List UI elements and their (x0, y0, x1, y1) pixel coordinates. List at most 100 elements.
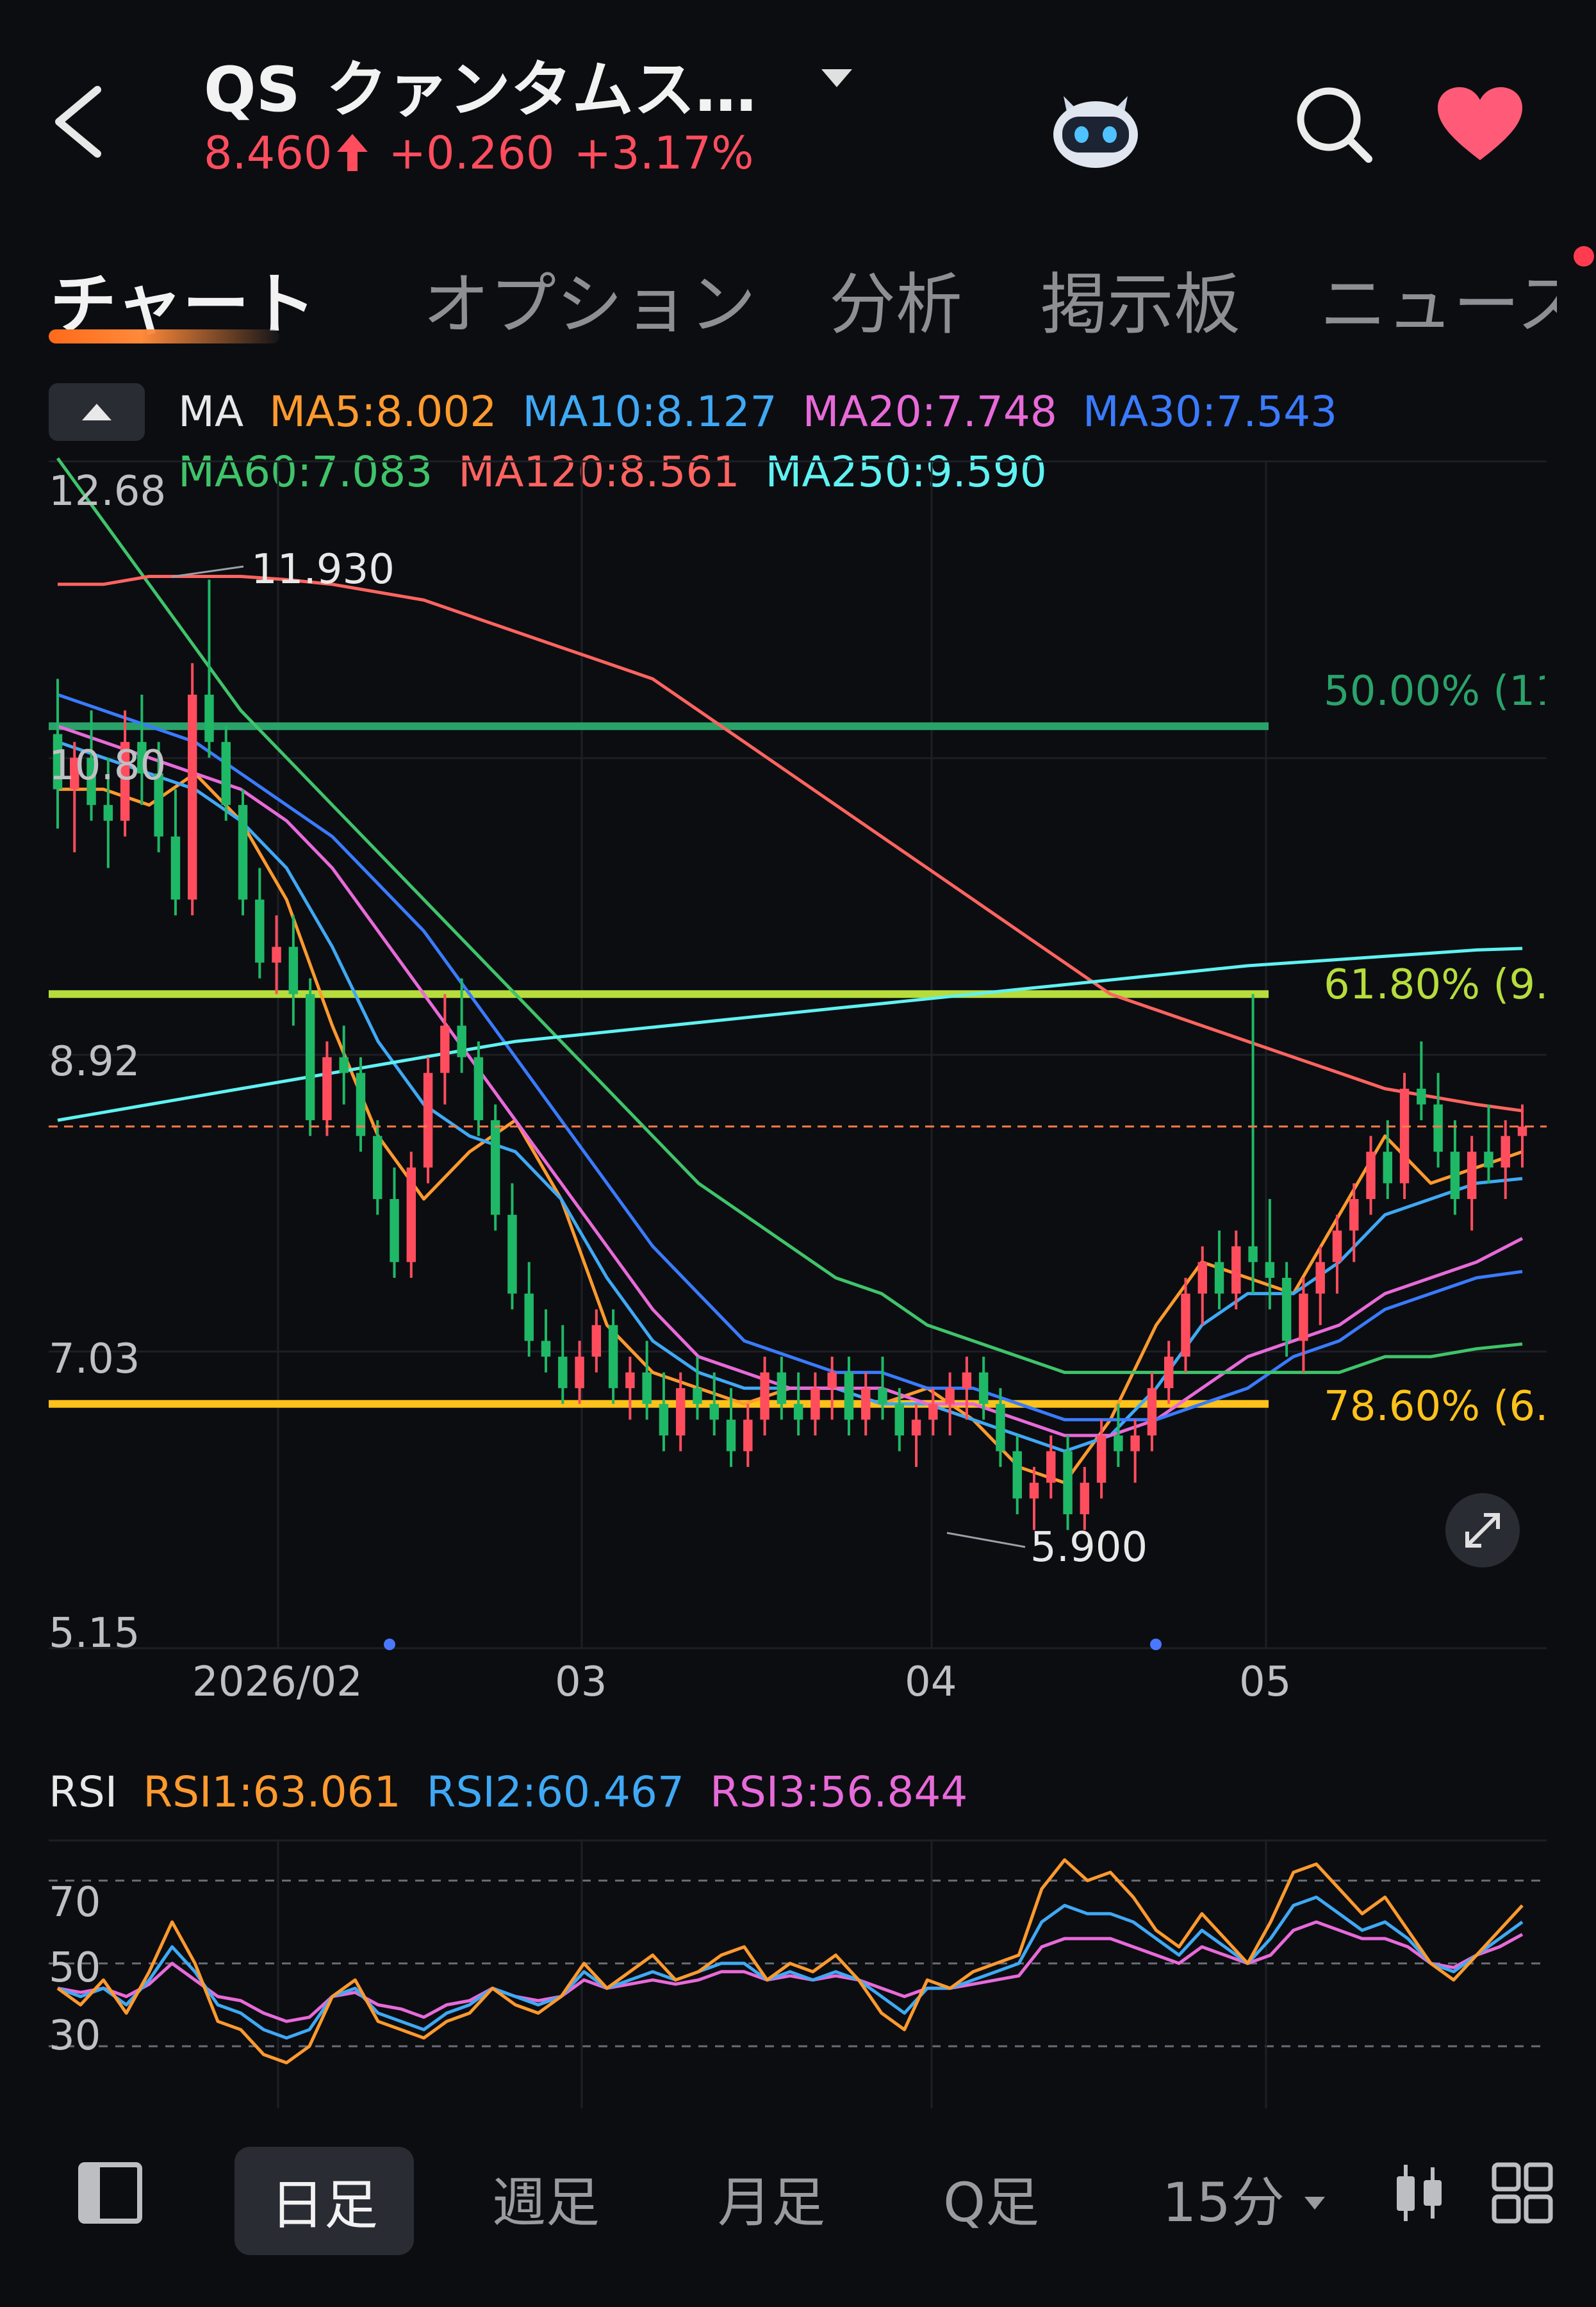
candle-body (390, 1199, 399, 1262)
rsi1-value: RSI1:63.061 (143, 1767, 401, 1817)
candle-body (1248, 1246, 1258, 1262)
candle-body (1349, 1199, 1359, 1231)
candle-body (861, 1388, 871, 1420)
price-axis-label: 8.92 (49, 1038, 140, 1086)
candle-body (103, 805, 113, 821)
candle-body (1029, 1482, 1039, 1499)
period-quarterly-button[interactable]: Q足 (943, 2160, 1039, 2237)
candle-body (844, 1372, 854, 1420)
panel-layout-icon (78, 2162, 142, 2224)
candle-body (524, 1293, 534, 1341)
candle-body (760, 1372, 769, 1420)
candle-body (558, 1356, 568, 1389)
candle-body (1265, 1262, 1275, 1278)
candle-body (996, 1403, 1005, 1451)
candle-body (945, 1388, 955, 1404)
event-marker (384, 1639, 395, 1650)
candle-body (1080, 1482, 1090, 1514)
candle-body (793, 1403, 803, 1420)
expand-chart-button[interactable] (1445, 1493, 1520, 1567)
candle-body (288, 947, 299, 995)
candle-body (541, 1341, 551, 1357)
candle-body (1197, 1262, 1207, 1294)
candle-body (1181, 1293, 1190, 1357)
caret-down-icon (1304, 2197, 1325, 2210)
candle-body (187, 695, 197, 900)
candle-body (1063, 1451, 1073, 1514)
candle-body (894, 1403, 905, 1435)
candle-body (962, 1372, 972, 1389)
period-minute-label: 15分 (1162, 2171, 1285, 2234)
candle-body (1315, 1262, 1325, 1294)
fib-786-label: 78.60% (6.7 (1324, 1383, 1545, 1430)
period-minute-select[interactable]: 15分 (1162, 2160, 1328, 2237)
candle-body (777, 1372, 787, 1404)
low-annotation: 5.900 (1030, 1524, 1148, 1571)
candle-body (928, 1403, 938, 1420)
candle-body (204, 695, 214, 742)
more-menu-button[interactable] (1490, 2161, 1554, 2228)
candle-body (693, 1388, 702, 1404)
chart-type-button[interactable] (1390, 2161, 1448, 2228)
candle-body (1484, 1152, 1493, 1168)
candle-body (591, 1325, 602, 1357)
candle-body (339, 1057, 349, 1073)
expand-icon (1465, 1513, 1500, 1548)
period-monthly-button[interactable]: 月足 (718, 2160, 825, 2237)
candle-body (1130, 1435, 1140, 1451)
fib-618-label: 61.80% (9.3 (1324, 961, 1545, 1009)
price-axis-label: 7.03 (49, 1335, 140, 1383)
candle-body (911, 1419, 921, 1435)
candle-body (1299, 1293, 1308, 1341)
candle-body (1399, 1088, 1410, 1184)
layout-toggle-button[interactable] (77, 2161, 144, 2228)
candle-body (255, 899, 265, 963)
candle-body (440, 1025, 450, 1073)
rsi-level-label: 30 (49, 2012, 101, 2060)
candle-body (507, 1214, 517, 1294)
candle-body (1231, 1246, 1241, 1294)
low-leader (946, 1532, 1026, 1548)
candle-body (1147, 1388, 1157, 1435)
candle-body (1450, 1152, 1460, 1200)
candle-body (1467, 1152, 1477, 1200)
candle-body (406, 1167, 416, 1262)
candle-body (490, 1120, 500, 1215)
candle-body (878, 1388, 887, 1404)
rsi3-value: RSI3:56.844 (710, 1767, 968, 1817)
fibonacci-lines (49, 722, 1269, 1408)
candle-body (810, 1388, 820, 1420)
fib-50-label: 50.00% (11 (1324, 668, 1545, 715)
candle-body (1433, 1104, 1443, 1152)
period-daily-button[interactable]: 日足 (234, 2147, 415, 2255)
candle-body (423, 1073, 433, 1168)
price-axis-label: 12.68 (49, 468, 167, 515)
rsi2-value: RSI2:60.467 (426, 1767, 684, 1817)
candle-body (1012, 1451, 1022, 1499)
time-axis-label: 05 (1239, 1658, 1292, 1706)
candle-body (1164, 1356, 1174, 1389)
period-weekly-button[interactable]: 週足 (492, 2160, 600, 2237)
candle-body (575, 1356, 584, 1389)
candle-body (709, 1403, 719, 1420)
grid-icon (1492, 2162, 1553, 2224)
candle-body (978, 1372, 989, 1404)
high-annotation: 11.930 (251, 546, 395, 593)
rsi-level-label: 70 (49, 1879, 101, 1926)
candle-body (659, 1403, 669, 1435)
candle-body (221, 741, 231, 806)
time-axis-label: 03 (555, 1658, 607, 1706)
candle-body (170, 836, 181, 900)
event-marker (1150, 1639, 1162, 1650)
candle-body (1383, 1152, 1393, 1184)
price-axis-label: 5.15 (49, 1610, 140, 1657)
candle-body (625, 1372, 635, 1389)
rsi-chart[interactable] (0, 1833, 1596, 2115)
candle-body (827, 1372, 837, 1389)
candle-body (1517, 1126, 1527, 1136)
time-axis-label: 04 (905, 1658, 957, 1706)
price-chart[interactable] (0, 0, 1596, 1730)
candle-body (238, 805, 248, 900)
rsi-label: RSI (49, 1767, 118, 1817)
candle-body (305, 994, 315, 1121)
